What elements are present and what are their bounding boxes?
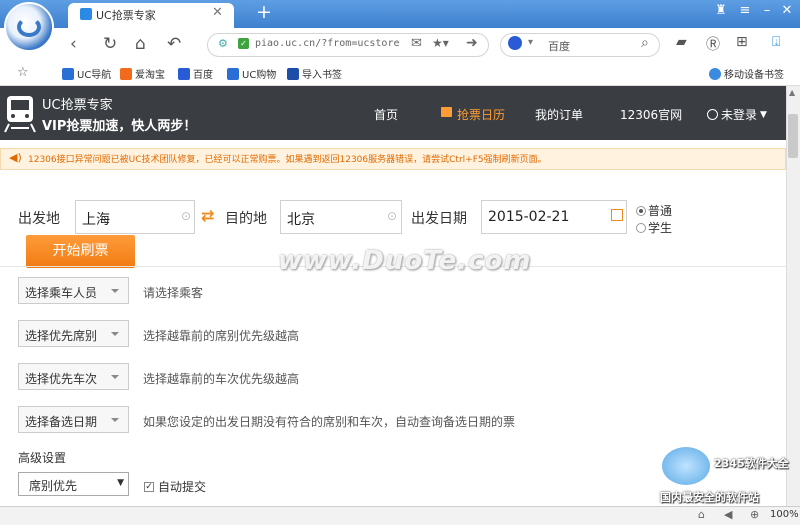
bookmark-uc-nav[interactable]: UC导航 — [62, 66, 111, 81]
tab-title: UC抢票专家 — [96, 9, 156, 22]
search-box[interactable] — [500, 33, 660, 57]
search-icon[interactable]: ⌕ — [641, 35, 649, 51]
chevron-down-icon: ▼ — [117, 478, 124, 488]
ticket-type-normal[interactable]: 普通 — [636, 202, 672, 219]
skin-icon[interactable]: ♜ — [712, 3, 730, 18]
site-subtitle: VIP抢票加速，快人两步！ — [42, 119, 197, 134]
mascot-icon — [662, 447, 710, 485]
uc-shopping-icon — [227, 67, 239, 80]
seat-priority-select[interactable]: 席别优先 ▼ — [18, 472, 129, 496]
scroll-up-icon[interactable]: ▲ — [789, 88, 795, 97]
address-text[interactable]: piao.uc.cn/?from=ucstore — [255, 38, 400, 49]
hint-passengers: 请选择乘客 — [143, 286, 204, 300]
import-icon — [287, 67, 299, 80]
taobao-icon — [120, 67, 132, 80]
from-label: 出发地 — [18, 211, 60, 227]
extension-icon[interactable]: Ⓡ — [706, 34, 720, 54]
scrollbar-thumb[interactable] — [788, 114, 798, 158]
watermark-2345: 2345软件大全 — [714, 457, 789, 470]
select-backup-date[interactable]: 选择备选日期 — [18, 406, 129, 433]
baidu-paw-icon — [178, 67, 190, 80]
chevron-down-icon — [111, 375, 119, 379]
home-icon[interactable]: ⌂ — [135, 34, 146, 54]
to-location-icon: ⊙ — [387, 209, 398, 223]
login-menu[interactable]: 未登录 ▼ — [707, 106, 767, 123]
tab-close-icon[interactable]: ✕ — [212, 5, 223, 20]
notice-text: 12306接口异常问题已被UC技术团队修复，已经可以正常购票。如果遇到返回123… — [28, 155, 547, 165]
chevron-down-icon: ▼ — [760, 109, 767, 120]
zoom-level[interactable]: 100% — [770, 509, 799, 520]
advanced-settings-label: 高级设置 — [18, 451, 67, 465]
select-seat-priority[interactable]: 选择优先席别 — [18, 320, 129, 347]
undo-icon[interactable]: ↶ — [167, 34, 181, 54]
date-input[interactable]: 2015-02-21 — [481, 200, 627, 234]
select-train-priority[interactable]: 选择优先车次 — [18, 363, 129, 390]
hint-backup-date: 如果您设定的出发日期没有符合的席别和车次，自动查询备选日期的票 — [143, 415, 516, 429]
chevron-down-icon — [111, 418, 119, 422]
minimize-icon[interactable]: – — [758, 3, 776, 18]
start-button[interactable]: 开始刷票 — [26, 235, 135, 268]
status-bar — [0, 506, 800, 525]
chevron-down-icon — [111, 332, 119, 336]
site-title: UC抢票专家 — [42, 98, 113, 113]
new-tab-icon[interactable]: + — [256, 1, 272, 23]
hint-seat-priority: 选择越靠前的席别优先级越高 — [143, 329, 300, 343]
nav-home[interactable]: 首页 — [374, 106, 398, 123]
radio-normal[interactable] — [636, 205, 646, 216]
close-window-icon[interactable]: ✕ — [778, 3, 796, 18]
status-home-icon[interactable]: ⌂ — [698, 508, 705, 521]
date-label: 出发日期 — [411, 211, 467, 227]
user-icon — [707, 109, 718, 120]
nav-12306[interactable]: 12306官网 — [620, 106, 682, 123]
uc-browser-logo-icon[interactable] — [4, 2, 54, 52]
secure-icon: ✓ — [238, 38, 249, 49]
watermark-slogan: 国内最安全的软件站 — [660, 491, 759, 504]
ticket-type-student[interactable]: 学生 — [636, 219, 672, 236]
page-info-icon[interactable]: ⚙ — [218, 37, 228, 50]
back-icon[interactable]: ‹ — [70, 34, 77, 54]
bookmark-ai-taobao[interactable]: 爱淘宝 — [120, 66, 165, 81]
uc-nav-icon — [62, 67, 74, 80]
auto-submit-checkbox[interactable]: ✓ — [144, 481, 154, 492]
watermark-duote: www.DuoTe.com — [278, 246, 532, 276]
date-picker-icon[interactable] — [611, 209, 623, 221]
hint-train-priority: 选择越靠前的车次优先级越高 — [143, 372, 300, 386]
volume-icon[interactable]: ◀ — [724, 508, 732, 521]
calendar-icon — [441, 107, 452, 117]
bookmark-import[interactable]: 导入书签 — [287, 66, 342, 81]
baidu-icon[interactable] — [508, 36, 522, 50]
go-icon[interactable]: ➜ — [466, 35, 478, 51]
cloud-icon — [709, 67, 721, 80]
nav-ticket-calendar[interactable]: 抢票日历 — [457, 106, 505, 123]
tab-favicon-icon — [80, 8, 92, 20]
apps-icon[interactable]: ⊞ — [736, 34, 748, 50]
cloud-sync-icon[interactable]: ▰ — [676, 34, 687, 50]
zoom-icon[interactable]: ⊕ — [750, 508, 759, 521]
from-location-icon: ⊙ — [181, 209, 192, 223]
radio-student[interactable] — [636, 222, 646, 233]
bookmark-star-icon[interactable]: ☆ — [17, 65, 29, 80]
mail-icon[interactable]: ✉ — [411, 36, 422, 51]
select-passengers[interactable]: 选择乘车人员 — [18, 277, 129, 304]
to-input[interactable]: 北京 — [280, 200, 402, 234]
search-engine-label[interactable]: 百度 — [548, 38, 570, 54]
train-logo-icon — [4, 96, 36, 133]
bookmark-baidu[interactable]: 百度 — [178, 66, 213, 81]
swap-icon[interactable]: ⇄ — [201, 206, 214, 225]
speaker-icon: ◀) — [9, 151, 22, 164]
refresh-icon[interactable]: ↻ — [103, 34, 117, 54]
bookmark-uc-shopping[interactable]: UC购物 — [227, 66, 276, 81]
menu-icon[interactable]: ≡ — [736, 3, 754, 18]
search-engine-dropdown-icon[interactable]: ▾ — [528, 37, 533, 48]
auto-submit[interactable]: ✓ 自动提交 — [144, 478, 206, 495]
mobile-bookmarks[interactable]: 移动设备书签 — [709, 66, 784, 81]
download-icon[interactable]: ⍗ — [772, 34, 780, 50]
from-input[interactable]: 上海 — [75, 200, 195, 234]
chevron-down-icon — [111, 289, 119, 293]
nav-my-orders[interactable]: 我的订单 — [535, 106, 583, 123]
to-label: 目的地 — [225, 211, 267, 227]
star-icon[interactable]: ★▾ — [432, 36, 449, 50]
